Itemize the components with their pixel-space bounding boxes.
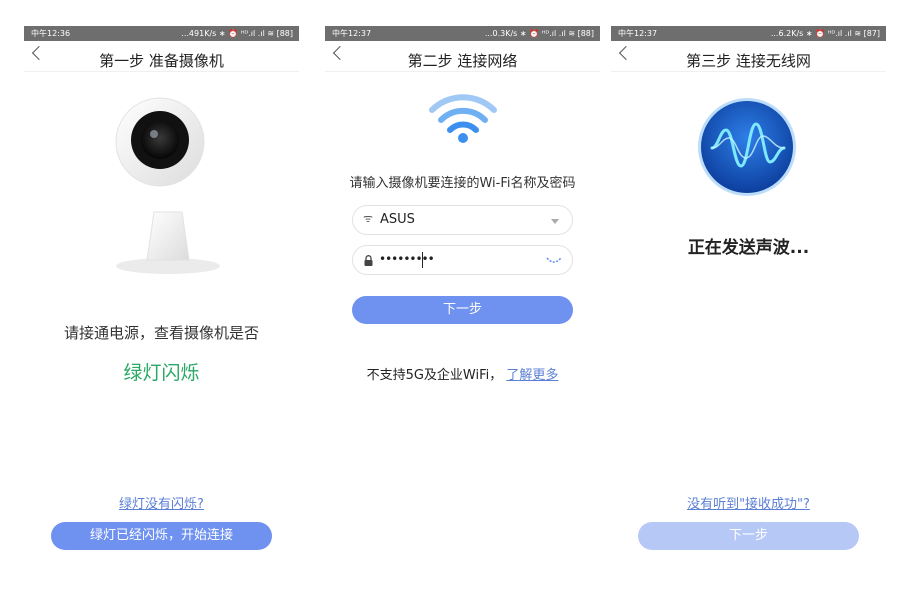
instruction-text: 请接通电源，查看摄像机是否 — [63, 324, 259, 342]
screen-step2: 中午12:37 ...0.3K/s ∗ ⏰ ᴴᴰ.ıl .ıl ≋ [88] 第… — [325, 26, 600, 596]
wifi-instruction-text: 请输入摄像机要连接的Wi-Fi名称及密码 — [349, 176, 576, 191]
ssid-select[interactable]: ᯤ ASUS — [352, 205, 573, 235]
camera-illustration — [115, 97, 220, 274]
note-text: 不支持5G及企业WiFi， — [366, 368, 503, 383]
next-button[interactable]: 下一步 — [352, 296, 573, 324]
wifi-icon — [429, 94, 497, 143]
lock-icon — [364, 255, 373, 266]
page-title: 第三步 连接无线网 — [686, 52, 811, 70]
screen-step3: 中午12:37 ...6.2K/s ∗ ⏰ ᴴᴰ.ıl .ıl ≋ [87] 第… — [611, 26, 886, 596]
status-time: 中午12:37 — [332, 29, 372, 38]
text-cursor — [422, 252, 423, 268]
status-bar: 中午12:37 ...6.2K/s ∗ ⏰ ᴴᴰ.ıl .ıl ≋ [87] — [611, 26, 886, 41]
learn-more-link[interactable]: 了解更多 — [506, 368, 558, 383]
status-time: 中午12:37 — [618, 29, 658, 38]
page-title: 第一步 准备摄像机 — [99, 52, 224, 70]
password-value: ••••••••• — [379, 252, 435, 266]
status-indicators: ...6.2K/s ∗ ⏰ ᴴᴰ.ıl .ıl ≋ [87] — [770, 29, 880, 38]
status-indicators: ...491K/s ∗ ⏰ ᴴᴰ.ıl .ıl ≋ [88] — [181, 29, 293, 38]
wifi-small-icon: ᯤ — [363, 212, 374, 225]
page-title: 第二步 连接网络 — [407, 52, 518, 70]
note-row: 不支持5G及企业WiFi， 了解更多 — [325, 364, 600, 383]
start-connect-button[interactable]: 绿灯已经闪烁，开始连接 — [51, 522, 272, 550]
nav-bar: 第一步 准备摄像机 — [24, 41, 299, 72]
screen-step1: 中午12:36 ...491K/s ∗ ⏰ ᴴᴰ.ıl .ıl ≋ [88] 第… — [24, 26, 299, 596]
password-field[interactable]: ••••••••• — [352, 245, 573, 275]
nav-bar: 第三步 连接无线网 — [611, 41, 886, 72]
nav-bar: 第二步 连接网络 — [325, 41, 600, 72]
status-time: 中午12:36 — [31, 29, 71, 38]
status-indicators: ...0.3K/s ∗ ⏰ ᴴᴰ.ıl .ıl ≋ [88] — [484, 29, 594, 38]
help-link-row: 没有听到"接收成功"? — [611, 493, 886, 512]
not-heard-help-link[interactable]: 没有听到"接收成功"? — [687, 497, 810, 512]
ssid-value: ASUS — [380, 212, 415, 227]
sending-status-text: 正在发送声波... — [687, 238, 810, 258]
loading-icon — [546, 257, 562, 263]
chevron-down-icon[interactable] — [551, 219, 559, 224]
help-link-row: 绿灯没有闪烁? — [24, 493, 299, 512]
status-bar: 中午12:36 ...491K/s ∗ ⏰ ᴴᴰ.ıl .ıl ≋ [88] — [24, 26, 299, 41]
next-button-disabled[interactable]: 下一步 — [638, 522, 859, 550]
status-bar: 中午12:37 ...0.3K/s ∗ ⏰ ᴴᴰ.ıl .ıl ≋ [88] — [325, 26, 600, 41]
green-light-text: 绿灯闪烁 — [123, 362, 200, 384]
green-light-help-link[interactable]: 绿灯没有闪烁? — [119, 497, 204, 512]
sound-wave-icon — [698, 98, 796, 196]
